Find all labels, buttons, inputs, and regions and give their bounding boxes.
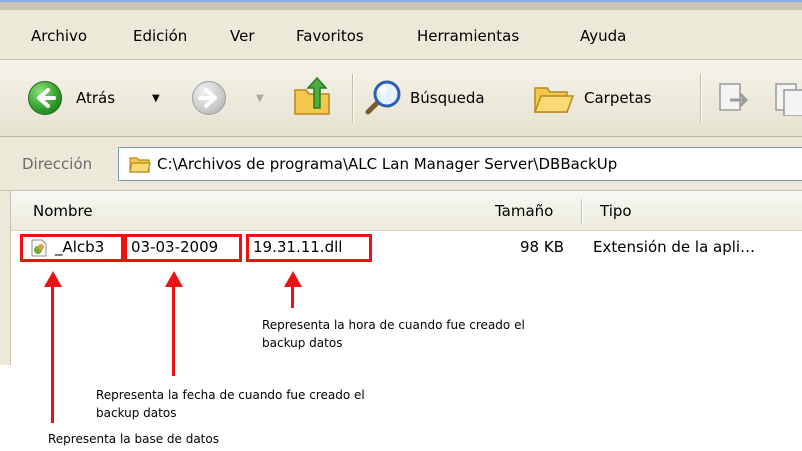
address-path: C:\Archivos de programa\ALC Lan Manager … — [157, 155, 618, 173]
db-highlight-box — [20, 234, 124, 262]
back-arrow-icon — [28, 81, 62, 115]
time-arrow-head — [284, 271, 302, 287]
date-highlight-box — [124, 234, 242, 262]
menu-herramientas[interactable]: Herramientas — [417, 27, 519, 45]
search-button[interactable]: Búsqueda — [362, 78, 520, 118]
standard-toolbar: Atrás ▼ ▼ Búsqueda Carpetas — [0, 60, 802, 137]
address-input[interactable]: C:\Archivos de programa\ALC Lan Manager … — [118, 147, 802, 181]
menu-edicion[interactable]: Edición — [133, 27, 187, 45]
search-magnifier-icon — [365, 80, 401, 115]
menu-favoritos[interactable]: Favoritos — [296, 27, 364, 45]
menu-archivo[interactable]: Archivo — [31, 27, 87, 45]
explorer-window: Archivo Edición Ver Favoritos Herramient… — [0, 0, 802, 365]
time-caption: Representa la hora de cuando fue creado … — [262, 318, 525, 350]
db-arrow-head — [44, 271, 62, 287]
time-arrow-line — [291, 286, 294, 308]
move-to-button[interactable] — [716, 80, 752, 116]
time-highlight-box — [246, 234, 372, 262]
folders-icon — [533, 87, 575, 113]
copy-to-icon — [775, 83, 802, 117]
title-bar-edge — [0, 0, 802, 10]
file-size: 98 KB — [520, 238, 564, 256]
date-arrow-head — [165, 271, 183, 287]
folders-label: Carpetas — [584, 89, 652, 107]
column-name[interactable]: Nombre — [33, 202, 93, 220]
back-dropdown-icon[interactable]: ▼ — [152, 94, 160, 104]
copy-to-button[interactable] — [772, 80, 802, 117]
search-label: Búsqueda — [410, 89, 485, 107]
back-button[interactable]: Atrás ▼ — [28, 80, 168, 116]
menu-ayuda[interactable]: Ayuda — [580, 27, 626, 45]
address-bar: Dirección C:\Archivos de programa\ALC La… — [0, 137, 802, 191]
forward-arrow-icon — [192, 81, 226, 115]
forward-dropdown-icon[interactable]: ▼ — [256, 94, 264, 104]
move-to-icon — [719, 83, 749, 111]
file-type: Extensión de la apli… — [593, 238, 756, 256]
menu-bar: Archivo Edición Ver Favoritos Herramient… — [0, 10, 802, 60]
folder-up-icon — [294, 76, 330, 115]
column-size[interactable]: Tamaño — [495, 202, 553, 220]
db-arrow-line — [51, 286, 54, 423]
date-caption: Representa la fecha de cuando fue creado… — [96, 388, 365, 420]
menu-ver[interactable]: Ver — [230, 27, 255, 45]
forward-button[interactable]: ▼ — [192, 80, 272, 116]
up-folder-button[interactable] — [292, 76, 334, 118]
address-label: Dirección — [22, 155, 93, 173]
column-headers: Nombre Tamaño Tipo — [11, 191, 802, 231]
back-label: Atrás — [76, 89, 116, 107]
folder-icon — [129, 157, 151, 173]
db-caption: Representa la base de datos — [48, 432, 219, 446]
date-arrow-line — [172, 286, 175, 376]
folders-button[interactable]: Carpetas — [533, 78, 683, 118]
column-type[interactable]: Tipo — [600, 202, 632, 220]
